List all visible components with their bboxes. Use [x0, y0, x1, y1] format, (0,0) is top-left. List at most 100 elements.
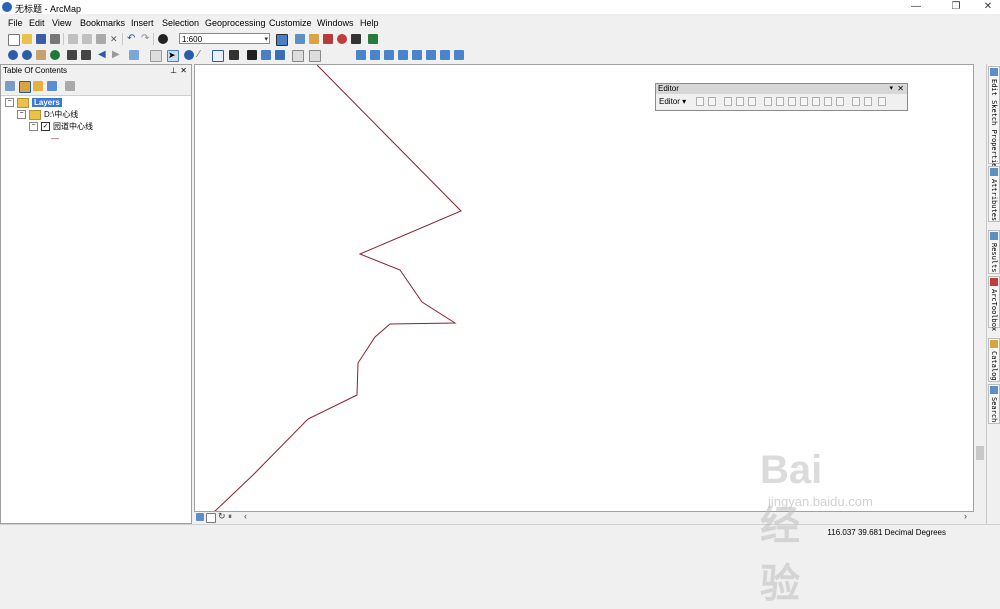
end-point-arc-icon[interactable] — [736, 97, 744, 106]
dock-tab-results[interactable]: Results — [988, 230, 1000, 274]
search-window-icon[interactable] — [323, 34, 333, 44]
full-extent-icon[interactable] — [50, 50, 60, 60]
tree-row-layers[interactable]: − Layers — [5, 97, 62, 108]
hyperlink-icon[interactable]: ∕ — [198, 50, 208, 60]
clear-selection-icon[interactable] — [150, 50, 162, 62]
new-document-icon[interactable] — [8, 34, 20, 46]
redo-icon[interactable]: ↷ — [141, 34, 151, 44]
close-button[interactable]: ✕ — [976, 0, 1000, 14]
layer-label[interactable]: 园道中心线 — [53, 122, 93, 131]
dock-tab-arctoolbox[interactable]: ArcToolbox — [988, 276, 1000, 331]
go-back-icon[interactable]: ◀ — [98, 50, 108, 60]
copy-icon[interactable] — [82, 34, 92, 44]
reshape-feature-icon[interactable] — [788, 97, 796, 106]
zoom-in-icon[interactable] — [8, 50, 18, 60]
menu-help[interactable]: Help — [360, 18, 379, 28]
data-view-icon[interactable] — [196, 513, 204, 521]
select-elements-icon[interactable]: ➤ — [167, 50, 179, 62]
fixed-zoom-in-icon[interactable] — [67, 50, 77, 60]
minimize-button[interactable]: — — [904, 0, 928, 14]
close-icon[interactable]: ✕ — [897, 84, 904, 94]
list-by-drawing-order-icon[interactable] — [5, 81, 15, 91]
find-icon[interactable] — [247, 50, 257, 60]
options-icon[interactable] — [65, 81, 75, 91]
edit-tool-icon[interactable] — [696, 97, 704, 106]
html-popup-icon[interactable] — [212, 50, 224, 62]
print-icon[interactable] — [50, 34, 60, 44]
list-by-source-icon[interactable] — [19, 81, 31, 93]
georef-icon-2[interactable] — [370, 50, 380, 60]
georef-icon-7[interactable] — [440, 50, 450, 60]
time-slider-icon[interactable] — [292, 50, 304, 62]
list-by-selection-icon[interactable] — [47, 81, 57, 91]
go-to-xy-icon[interactable] — [275, 50, 285, 60]
menu-selection[interactable]: Selection — [162, 18, 199, 28]
refresh-icon[interactable]: ↻ — [218, 512, 226, 521]
dock-tab-edit-sketch-properties[interactable]: Edit Sketch Properties — [988, 66, 1000, 172]
rotate-tool-icon[interactable] — [824, 97, 832, 106]
editor-menu-button[interactable]: Editor ▾ — [659, 97, 686, 106]
georef-icon-8[interactable] — [454, 50, 464, 60]
zoom-out-icon[interactable] — [22, 50, 32, 60]
georef-icon-3[interactable] — [384, 50, 394, 60]
python-window-icon[interactable] — [351, 34, 361, 44]
go-forward-icon[interactable]: ▶ — [112, 50, 122, 60]
menu-insert[interactable]: Insert — [131, 18, 154, 28]
select-by-rectangle-icon[interactable] — [129, 50, 139, 60]
edit-vertices-icon[interactable] — [776, 97, 784, 106]
menu-bookmarks[interactable]: Bookmarks — [80, 18, 125, 28]
tree-row-layer[interactable]: − ✓ 园道中心线 — [29, 121, 93, 132]
cut-icon[interactable] — [68, 34, 78, 44]
point-icon[interactable] — [764, 97, 772, 106]
arctoolbox-icon[interactable] — [337, 34, 347, 44]
georef-icon-6[interactable] — [426, 50, 436, 60]
map-scale-input[interactable]: 1:600 ▾ — [179, 33, 270, 44]
find-route-icon[interactable] — [261, 50, 271, 60]
collapse-icon[interactable]: − — [17, 110, 26, 120]
edit-annotation-icon[interactable] — [708, 97, 716, 106]
georef-icon-4[interactable] — [398, 50, 408, 60]
layers-label[interactable]: Layers — [32, 98, 62, 107]
trace-icon[interactable] — [748, 97, 756, 106]
restore-button[interactable]: ❐ — [944, 0, 968, 14]
georef-icon-5[interactable] — [412, 50, 422, 60]
close-icon[interactable]: ✕ — [180, 65, 187, 77]
dock-tab-search[interactable]: Search — [988, 384, 1000, 424]
pause-drawing-icon[interactable]: ⏸ — [228, 512, 236, 521]
fixed-zoom-out-icon[interactable] — [81, 50, 91, 60]
save-icon[interactable] — [36, 34, 46, 44]
dock-tab-attributes[interactable]: Attributes — [988, 166, 1000, 222]
layout-view-icon[interactable] — [206, 513, 216, 523]
menu-file[interactable]: File — [8, 18, 23, 28]
menu-view[interactable]: View — [52, 18, 71, 28]
editor-toolbar-icon[interactable] — [276, 34, 288, 46]
straight-segment-icon[interactable] — [724, 97, 732, 106]
identify-icon[interactable] — [184, 50, 194, 60]
tree-row-folder[interactable]: − D:\中心线 — [17, 109, 78, 120]
paste-icon[interactable] — [96, 34, 106, 44]
chevron-down-icon[interactable]: ▾ — [889, 84, 893, 94]
add-data-icon[interactable] — [158, 34, 168, 44]
georef-icon-1[interactable] — [356, 50, 366, 60]
list-by-visibility-icon[interactable] — [33, 81, 43, 91]
create-viewer-icon[interactable] — [309, 50, 321, 62]
pin-icon[interactable]: ⊥ — [170, 65, 177, 77]
menu-geoprocessing[interactable]: Geoprocessing — [205, 18, 266, 28]
scroll-left-icon[interactable]: ‹ — [244, 512, 252, 521]
delete-icon[interactable]: ✕ — [110, 34, 120, 44]
catalog-icon[interactable] — [309, 34, 319, 44]
map-vertical-scrollbar[interactable] — [974, 64, 986, 512]
collapse-icon[interactable]: − — [29, 122, 38, 132]
sketch-properties-icon[interactable] — [836, 97, 844, 106]
layer-visibility-checkbox[interactable]: ✓ — [41, 122, 50, 132]
model-builder-icon[interactable] — [368, 34, 378, 44]
pan-icon[interactable] — [36, 50, 46, 60]
dock-tab-catalog[interactable]: Catalog — [988, 338, 1000, 382]
map-view[interactable] — [194, 64, 974, 512]
create-features-icon[interactable] — [878, 97, 886, 106]
scroll-right-icon[interactable]: › — [964, 512, 972, 521]
undo-icon[interactable]: ↶ — [127, 34, 137, 44]
centerline-feature[interactable] — [213, 65, 462, 512]
menu-windows[interactable]: Windows — [317, 18, 354, 28]
attributes-icon[interactable] — [852, 97, 860, 106]
